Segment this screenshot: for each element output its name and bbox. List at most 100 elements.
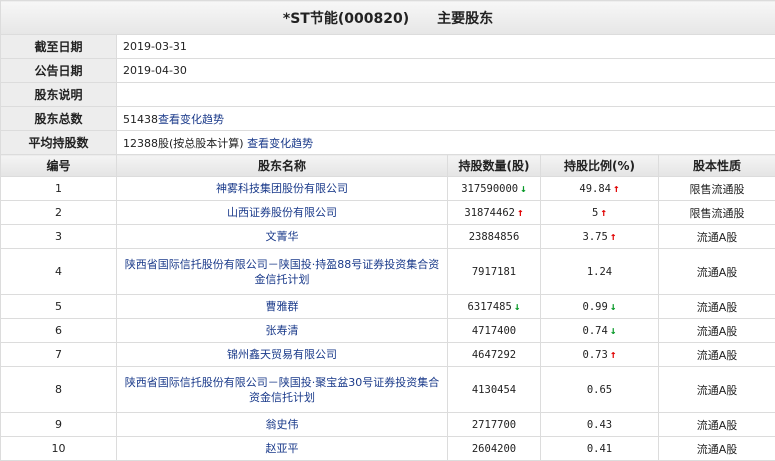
shares-value: 4130454: [472, 384, 516, 396]
view-trend-link[interactable]: 查看变化趋势: [247, 137, 313, 150]
holder-name-link[interactable]: 山西证券股份有限公司: [221, 205, 343, 220]
table-header: 编号股东名称持股数量(股)持股比例(%)股本性质: [1, 155, 775, 177]
shares-value: 23884856: [469, 231, 520, 243]
share-nature: 流通A股: [659, 225, 775, 249]
holder-name-cell: 神雾科技集团股份有限公司: [117, 177, 448, 201]
table-row: 10赵亚平26042000.41流通A股: [1, 437, 775, 461]
shares-value: 31874462: [464, 207, 515, 219]
info-row: 截至日期2019-03-31: [1, 35, 775, 59]
col-header-name: 股东名称: [117, 155, 448, 177]
share-nature: 流通A股: [659, 367, 775, 413]
shares-cell: 7917181: [448, 249, 541, 295]
info-value: 2019-03-31: [117, 35, 775, 59]
ratio-cell: 5↑: [541, 201, 659, 225]
table-row: 6张寿清47174000.74↓流通A股: [1, 319, 775, 343]
row-number: 3: [1, 225, 117, 249]
shares-value: 2717700: [472, 419, 516, 431]
info-label: 股东说明: [1, 83, 117, 107]
holder-name-link[interactable]: 文菁华: [260, 229, 305, 244]
ratio-cell: 0.99↓: [541, 295, 659, 319]
holder-name-cell: 张寿清: [117, 319, 448, 343]
share-nature: 限售流通股: [659, 201, 775, 225]
arrow-down-icon: ↓: [610, 324, 617, 337]
ratio-value: 3.75: [583, 231, 608, 243]
row-number: 10: [1, 437, 117, 461]
holder-name-cell: 翁史伟: [117, 413, 448, 437]
shares-value: 7917181: [472, 266, 516, 278]
info-value-text: 12388股(按总股本计算): [123, 137, 244, 150]
row-number: 8: [1, 367, 117, 413]
holder-name-cell: 陕西省国际信托股份有限公司－陕国投·聚宝盆30号证券投资集合资金信托计划: [117, 367, 448, 413]
ratio-cell: 3.75↑: [541, 225, 659, 249]
arrow-up-icon: ↑: [517, 206, 524, 219]
holder-name-link[interactable]: 陕西省国际信托股份有限公司－陕国投·聚宝盆30号证券投资集合资金信托计划: [117, 375, 447, 405]
shares-cell: 2604200: [448, 437, 541, 461]
share-nature: 流通A股: [659, 249, 775, 295]
row-number: 5: [1, 295, 117, 319]
holder-name-cell: 文菁华: [117, 225, 448, 249]
arrow-up-icon: ↑: [613, 182, 620, 195]
arrow-down-icon: ↓: [610, 300, 617, 313]
ratio-cell: 0.73↑: [541, 343, 659, 367]
info-row: 平均持股数12388股(按总股本计算) 查看变化趋势: [1, 131, 775, 155]
holder-name-cell: 曹雅群: [117, 295, 448, 319]
row-number: 9: [1, 413, 117, 437]
shares-cell: 4717400: [448, 319, 541, 343]
ratio-value: 0.73: [583, 349, 608, 361]
info-label: 股东总数: [1, 107, 117, 131]
ratio-value: 0.43: [587, 419, 612, 431]
shareholder-table: *ST节能(000820)主要股东 截至日期2019-03-31公告日期2019…: [0, 0, 775, 461]
shares-value: 317590000: [461, 183, 518, 195]
shares-cell: 6317485↓: [448, 295, 541, 319]
info-label: 截至日期: [1, 35, 117, 59]
arrow-down-icon: ↓: [514, 300, 521, 313]
table-row: 5曹雅群6317485↓0.99↓流通A股: [1, 295, 775, 319]
holder-name-cell: 锦州鑫天贸易有限公司: [117, 343, 448, 367]
ratio-value: 1.24: [587, 266, 612, 278]
holder-name-link[interactable]: 张寿清: [260, 323, 305, 338]
holder-name-link[interactable]: 曹雅群: [260, 299, 305, 314]
ratio-value: 0.65: [587, 384, 612, 396]
info-value: 2019-04-30: [117, 59, 775, 83]
info-value-text: 51438: [123, 113, 158, 126]
info-value-text: 2019-04-30: [123, 64, 187, 77]
ratio-cell: 0.65: [541, 367, 659, 413]
info-label: 平均持股数: [1, 131, 117, 155]
info-value: [117, 83, 775, 107]
ratio-value: 0.99: [583, 301, 608, 313]
info-row: 公告日期 2019-04-30: [1, 59, 775, 83]
view-trend-link[interactable]: 查看变化趋势: [158, 113, 224, 126]
arrow-up-icon: ↑: [610, 348, 617, 361]
col-header-ratio: 持股比例(%): [541, 155, 659, 177]
shares-cell: 2717700: [448, 413, 541, 437]
holder-name-cell: 陕西省国际信托股份有限公司－陕国投·持盈88号证券投资集合资金信托计划: [117, 249, 448, 295]
holder-name-link[interactable]: 神雾科技集团股份有限公司: [210, 181, 354, 196]
table-row: 7锦州鑫天贸易有限公司46472920.73↑流通A股: [1, 343, 775, 367]
share-nature: 流通A股: [659, 319, 775, 343]
arrow-up-icon: ↑: [600, 206, 607, 219]
ratio-value: 49.84: [579, 183, 611, 195]
col-header-no: 编号: [1, 155, 117, 177]
page-title: *ST节能(000820) 主要股东: [1, 1, 775, 35]
stock-name: *ST节能(000820): [283, 11, 409, 27]
shares-value: 2604200: [472, 443, 516, 455]
info-label: 公告日期: [1, 59, 117, 83]
table-row: 8陕西省国际信托股份有限公司－陕国投·聚宝盆30号证券投资集合资金信托计划 413…: [1, 367, 775, 413]
ratio-value: 5: [592, 207, 598, 219]
shares-cell: 317590000↓: [448, 177, 541, 201]
table-row: 9翁史伟27177000.43流通A股: [1, 413, 775, 437]
holder-name-link[interactable]: 陕西省国际信托股份有限公司－陕国投·持盈88号证券投资集合资金信托计划: [117, 257, 447, 287]
holder-name-link[interactable]: 赵亚平: [260, 441, 305, 456]
holder-name-link[interactable]: 翁史伟: [260, 417, 305, 432]
shares-value: 6317485: [468, 301, 512, 313]
info-row: 股东说明: [1, 83, 775, 107]
row-number: 4: [1, 249, 117, 295]
table-row: 3 文菁华 23884856 3.75↑流通A股: [1, 225, 775, 249]
share-nature: 限售流通股: [659, 177, 775, 201]
holder-name-link[interactable]: 锦州鑫天贸易有限公司: [221, 347, 343, 362]
holder-name-cell: 山西证券股份有限公司: [117, 201, 448, 225]
info-value: 12388股(按总股本计算) 查看变化趋势: [117, 131, 775, 155]
ratio-cell: 49.84↑: [541, 177, 659, 201]
title-suffix: 主要股东: [437, 11, 493, 27]
shares-cell: 4130454: [448, 367, 541, 413]
